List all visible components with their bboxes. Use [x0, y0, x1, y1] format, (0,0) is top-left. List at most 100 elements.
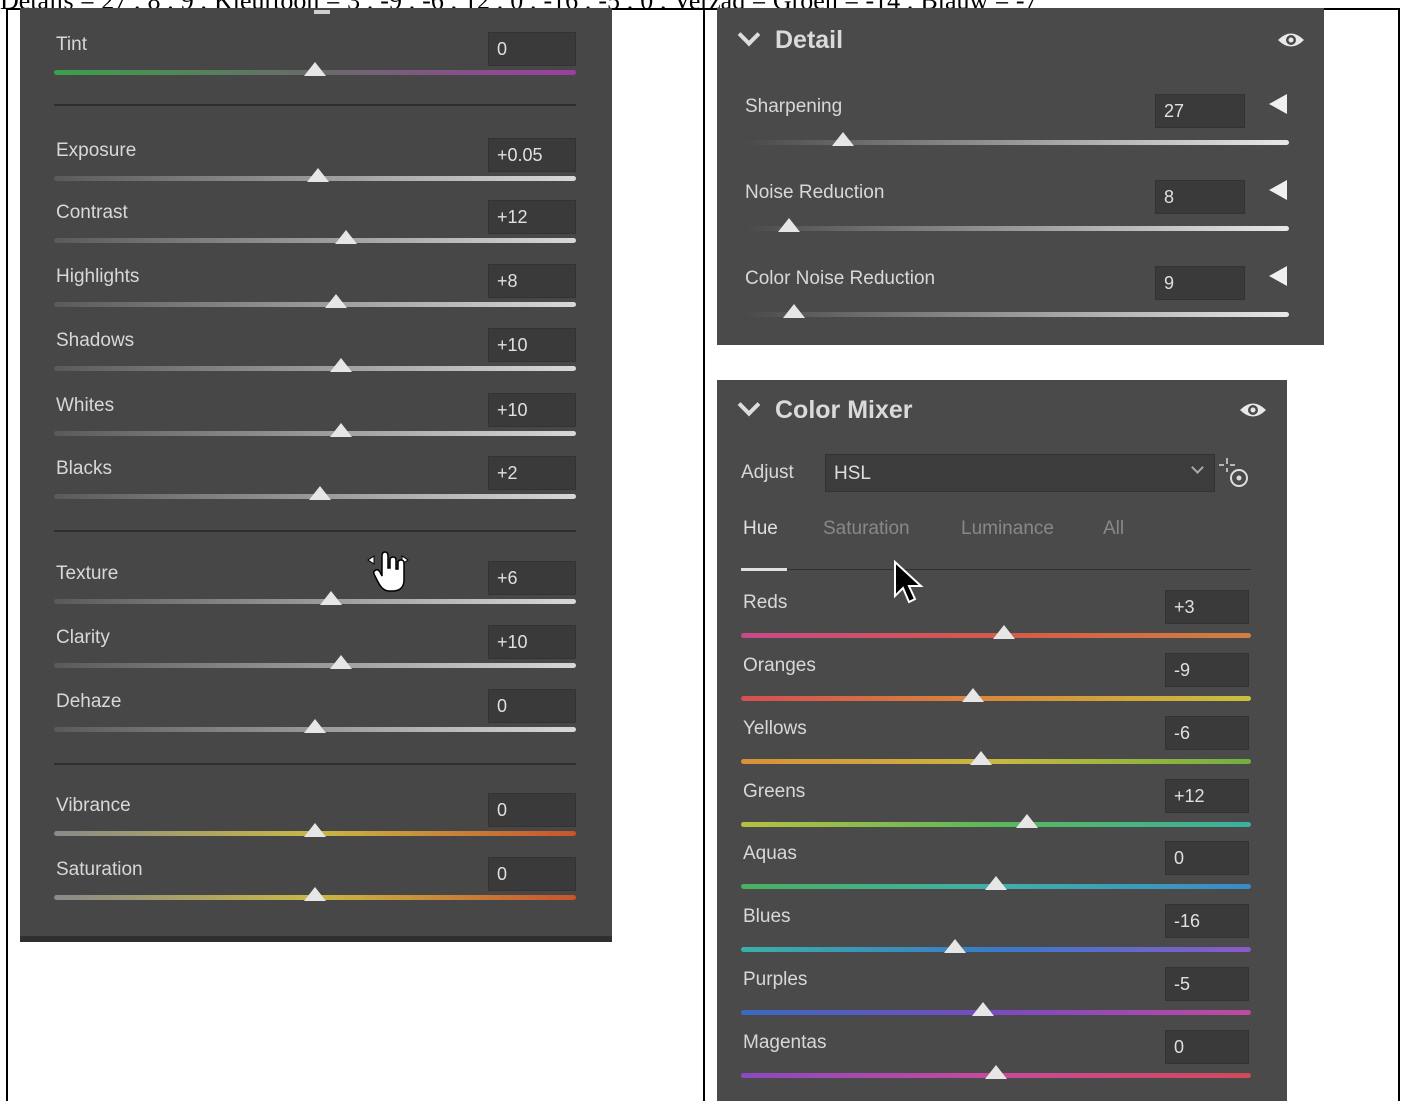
slider-label: Color Noise Reduction	[745, 268, 936, 289]
slider-value-input[interactable]: +2	[488, 456, 576, 490]
adjust-value: HSL	[834, 463, 871, 484]
slider-thumb[interactable]	[985, 876, 1007, 890]
slider-value-input[interactable]: +12	[1165, 779, 1249, 813]
color-mixer-header[interactable]: Color Mixer	[737, 393, 913, 425]
slider-value-input[interactable]: 0	[488, 857, 576, 891]
slider-thumb[interactable]	[319, 591, 342, 605]
slider-thumb[interactable]	[304, 823, 326, 837]
slider-value-input[interactable]: 0	[1165, 841, 1249, 875]
basic-panel: Tint 0 Exposure +0.05 Contrast +12 Highlights +…	[20, 8, 612, 942]
slider-thumb[interactable]	[324, 294, 347, 308]
slider-thumb[interactable]	[969, 751, 992, 765]
color-mixer-title: Color Mixer	[775, 396, 913, 424]
detail-header[interactable]: Detail	[737, 23, 843, 55]
triangle-left-icon[interactable]	[1269, 94, 1287, 114]
slider-track[interactable]	[54, 366, 576, 371]
triangle-left-icon[interactable]	[1269, 266, 1287, 286]
slider-thumb[interactable]	[309, 486, 332, 500]
eye-icon[interactable]	[1277, 30, 1305, 50]
slider-value-input[interactable]: +12	[488, 200, 576, 234]
slider-thumb[interactable]	[992, 625, 1015, 639]
slider-value-input[interactable]: 8	[1155, 180, 1245, 214]
tab-saturation[interactable]: Saturation	[823, 518, 910, 540]
tab-luminance[interactable]: Luminance	[961, 518, 1054, 540]
slider-row-sharpening: Sharpening 27	[717, 94, 1324, 156]
slider-thumb[interactable]	[335, 230, 358, 244]
slider-value-input[interactable]: +3	[1165, 590, 1249, 624]
slider-thumb[interactable]	[985, 1065, 1007, 1079]
slider-label: Shadows	[56, 330, 135, 351]
slider-value-input[interactable]: 27	[1155, 94, 1245, 128]
slider-track[interactable]	[54, 599, 576, 604]
slider-thumb[interactable]	[944, 939, 967, 953]
slider-value-input[interactable]: +10	[488, 328, 576, 362]
slider-value-input[interactable]: 0	[488, 32, 576, 66]
slider-row-contrast: Contrast +12	[20, 200, 612, 262]
detail-panel: Detail Sharpening 27 Noise Reduction 8 Color…	[717, 8, 1324, 345]
divider	[54, 763, 576, 765]
slider-track[interactable]	[745, 226, 1289, 231]
slider-track[interactable]	[741, 822, 1251, 827]
slider-thumb[interactable]	[330, 655, 353, 669]
slider-label: Dehaze	[56, 691, 122, 712]
slider-value-input[interactable]: -16	[1165, 904, 1249, 938]
targeted-adjustment-icon[interactable]	[1217, 456, 1251, 490]
divider	[54, 530, 576, 532]
slider-value-input[interactable]: +10	[488, 393, 576, 427]
tab-all[interactable]: All	[1103, 518, 1124, 540]
slider-value-input[interactable]: -6	[1165, 716, 1249, 750]
slider-row-noise-reduction: Noise Reduction 8	[717, 180, 1324, 242]
slider-thumb[interactable]	[962, 688, 985, 702]
slider-thumb[interactable]	[831, 132, 854, 146]
slider-value-input[interactable]: +6	[488, 561, 576, 595]
tab-divider	[741, 569, 1251, 570]
slider-thumb[interactable]	[972, 1002, 995, 1016]
slider-track[interactable]	[741, 947, 1251, 952]
chevron-down-icon[interactable]	[737, 393, 761, 417]
slider-value-input[interactable]: 9	[1155, 266, 1245, 300]
eye-icon[interactable]	[1239, 400, 1267, 420]
slider-label: Blues	[743, 906, 791, 927]
chevron-down-icon	[1191, 461, 1204, 474]
slider-row-exposure: Exposure +0.05	[20, 138, 612, 200]
scroll-handle[interactable]	[314, 10, 330, 14]
slider-value-input[interactable]: +10	[488, 625, 576, 659]
slider-row-shadows: Shadows +10	[20, 328, 612, 390]
slider-thumb[interactable]	[304, 719, 326, 733]
slider-value-input[interactable]: 0	[1165, 1030, 1249, 1064]
slider-track[interactable]	[741, 759, 1251, 764]
slider-value-input[interactable]: +8	[488, 264, 576, 298]
slider-track[interactable]	[741, 696, 1251, 701]
slider-label: Contrast	[56, 202, 128, 223]
slider-thumb[interactable]	[306, 168, 329, 182]
slider-value-input[interactable]: -5	[1165, 967, 1249, 1001]
divider	[54, 104, 576, 106]
slider-thumb[interactable]	[782, 304, 805, 318]
slider-value-input[interactable]: +0.05	[488, 138, 576, 172]
tab-hue[interactable]: Hue	[743, 518, 778, 540]
slider-label: Exposure	[56, 140, 137, 161]
triangle-left-icon[interactable]	[1269, 180, 1287, 200]
slider-thumb[interactable]	[304, 62, 326, 76]
slider-thumb[interactable]	[777, 218, 800, 232]
slider-value-input[interactable]: -9	[1165, 653, 1249, 687]
slider-row-aquas: Aquas 0	[717, 841, 1287, 903]
slider-track[interactable]	[54, 302, 576, 307]
slider-track[interactable]	[54, 238, 576, 243]
adjust-dropdown[interactable]: HSL	[825, 454, 1215, 492]
slider-value-input[interactable]: 0	[488, 793, 576, 827]
slider-row-greens: Greens +12	[717, 779, 1287, 841]
slider-track[interactable]	[54, 663, 576, 668]
slider-track[interactable]	[745, 312, 1289, 317]
slider-track[interactable]	[745, 140, 1289, 145]
slider-label: Highlights	[56, 266, 140, 287]
slider-track[interactable]	[54, 431, 576, 436]
slider-track[interactable]	[741, 1010, 1251, 1015]
slider-thumb[interactable]	[330, 423, 353, 437]
slider-thumb[interactable]	[304, 887, 326, 901]
slider-label: Saturation	[56, 859, 143, 880]
chevron-down-icon[interactable]	[737, 23, 761, 47]
slider-value-input[interactable]: 0	[488, 689, 576, 723]
slider-thumb[interactable]	[330, 358, 353, 372]
slider-thumb[interactable]	[1015, 814, 1038, 828]
